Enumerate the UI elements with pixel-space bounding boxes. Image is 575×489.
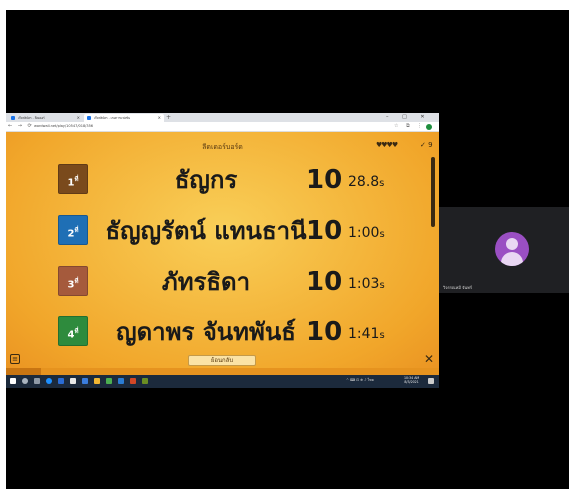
leaderboard-row: 2ที่ ธัญญรัตน์ แทนธานี 10 1:00s (58, 212, 418, 252)
rank-number: 1 (67, 177, 75, 189)
player-name: ญดาพร จันทพันธ์ (116, 318, 296, 346)
url-field[interactable]: wordwall.net/play/10547/018/356 (34, 124, 93, 128)
windows-taskbar: ^ ⌨ ⊡ ⊕ ♪ ไทย 10:34 AM 8/3/2021 (6, 375, 439, 388)
notification-icon[interactable] (428, 378, 434, 384)
player-time: 1:41s (348, 322, 385, 348)
back-button[interactable]: ย้อนกลับ (188, 355, 256, 366)
leaderboard-row: 1ที่ ธัญกร 10 28.8s (58, 161, 418, 201)
player-name: ธัญญรัตน์ แทนธานี (105, 217, 307, 245)
photos-icon[interactable] (82, 378, 88, 384)
leaderboard-row: 3ที่ ภัทรธิดา 10 1:03s (58, 263, 418, 303)
task-view-icon[interactable] (34, 378, 40, 384)
score-display: ✓ 9 (420, 141, 433, 149)
powerpoint-icon[interactable] (130, 378, 136, 384)
shared-screen: เกียรติบัตร - ลีดเดอร์ × เกียรติบัตร - เ… (6, 113, 439, 388)
word-icon[interactable] (118, 378, 124, 384)
close-icon[interactable]: × (158, 114, 161, 122)
leaderboard-row: 4ที่ ญดาพร จันทพันธ์ 10 1:41s (58, 313, 418, 353)
leaderboard-title: ลีดเดอร์บอร์ด (202, 143, 243, 151)
browser-tab-1[interactable]: เกียรติบัตร - ลีดเดอร์ × (8, 114, 83, 122)
extension-icons[interactable]: ☆ ⧉ ⋮ (394, 123, 425, 129)
leaderboard-scrollbar[interactable] (431, 157, 435, 227)
rank-suffix: ที่ (74, 227, 79, 234)
rank-number: 2 (67, 228, 75, 240)
clock-date: 8/3/2021 (404, 380, 419, 384)
player-name: ธัญกร (174, 166, 238, 194)
rank-badge: 4ที่ (58, 316, 88, 346)
player-name: ภัทรธิดา (161, 268, 251, 296)
file-explorer-icon[interactable] (94, 378, 100, 384)
window-controls[interactable]: – □ ✕ (386, 113, 431, 122)
mail-icon[interactable] (58, 378, 64, 384)
progress-fill (6, 368, 41, 375)
new-tab-button[interactable]: + (166, 113, 171, 122)
time-unit: s (379, 178, 385, 189)
browser-tab-1-label: เกียรติบัตร - ลีดเดอร์ (18, 116, 45, 120)
menu-icon[interactable]: ≡ (10, 354, 20, 364)
wordwall-favicon-icon (87, 116, 91, 120)
time-value: 1:00 (348, 225, 380, 241)
player-score: 10 (306, 216, 343, 246)
player-score: 10 (306, 267, 343, 297)
rank-suffix: ที่ (74, 278, 79, 285)
edge-browser-icon[interactable] (46, 378, 52, 384)
time-unit: s (379, 330, 385, 341)
taskbar-clock[interactable]: 10:34 AM 8/3/2021 (404, 376, 419, 384)
rank-badge: 2ที่ (58, 215, 88, 245)
profile-avatar[interactable] (426, 124, 432, 130)
rank-number: 4 (67, 329, 75, 341)
nav-buttons[interactable]: ← → ⟳ (8, 123, 34, 129)
time-value: 28.8 (348, 174, 380, 190)
rank-badge: 1ที่ (58, 164, 88, 194)
windows-start-icon[interactable] (10, 378, 16, 384)
browser-tab-bar: เกียรติบัตร - ลีดเดอร์ × เกียรติบัตร - เ… (6, 113, 439, 122)
rank-badge: 3ที่ (58, 266, 88, 296)
participant-name: วิจรรณหมี จันทร์ (443, 285, 473, 290)
store-icon[interactable] (70, 378, 76, 384)
close-icon[interactable]: ✕ (424, 352, 434, 366)
rank-suffix: ที่ (74, 328, 79, 335)
player-time: 1:03s (348, 272, 385, 298)
lives-hearts-icon: ♥♥♥♥ (376, 141, 398, 149)
player-score: 10 (306, 165, 343, 195)
time-value: 1:41 (348, 326, 380, 342)
rank-suffix: ที่ (74, 176, 79, 183)
browser-tab-2-label: เกียรติบัตร - เกมการแข่งขัน (94, 116, 131, 120)
search-icon[interactable] (22, 378, 28, 384)
address-bar: ← → ⟳ wordwall.net/play/10547/018/356 ☆ … (6, 122, 439, 132)
app-icon[interactable] (142, 378, 148, 384)
time-value: 1:03 (348, 276, 380, 292)
rank-number: 3 (67, 279, 75, 291)
player-score: 10 (306, 317, 343, 347)
time-unit: s (379, 229, 385, 240)
wordwall-game: ลีดเดอร์บอร์ด ♥♥♥♥ ✓ 9 1ที่ ธัญกร 10 28.… (6, 132, 439, 375)
participant-avatar (495, 232, 529, 266)
wordwall-favicon-icon (11, 116, 15, 120)
chrome-icon[interactable] (106, 378, 112, 384)
system-tray[interactable]: ^ ⌨ ⊡ ⊕ ♪ ไทย (346, 377, 374, 383)
time-unit: s (379, 280, 385, 291)
player-time: 28.8s (348, 170, 384, 196)
browser-tab-2[interactable]: เกียรติบัตร - เกมการแข่งขัน × (84, 114, 164, 122)
progress-track (6, 368, 439, 375)
close-icon[interactable]: × (77, 114, 80, 122)
player-time: 1:00s (348, 221, 385, 247)
